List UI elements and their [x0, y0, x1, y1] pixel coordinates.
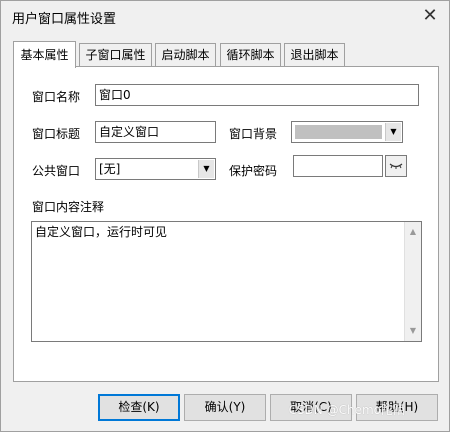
scroll-up-icon[interactable]: ▲ [405, 224, 421, 240]
window-title: 用户窗口属性设置 [12, 12, 117, 27]
public-window-select[interactable]: [无] ▼ [95, 158, 216, 180]
public-window-value: [无] [99, 162, 121, 176]
tab-basic-properties[interactable]: 基本属性 [13, 41, 76, 68]
background-color-swatch [295, 125, 382, 139]
chevron-down-icon[interactable]: ▼ [198, 160, 214, 178]
close-icon[interactable]: ✕ [415, 4, 445, 28]
password-input[interactable] [293, 155, 383, 177]
tab-loop-script[interactable]: 循环脚本 [220, 43, 281, 67]
check-button[interactable]: 检查(K) [98, 394, 180, 421]
confirm-button[interactable]: 确认(Y) [184, 394, 266, 421]
window-background-label: 窗口背景 [229, 127, 278, 141]
tab-startup-script[interactable]: 启动脚本 [155, 43, 216, 67]
scroll-down-icon[interactable]: ▼ [405, 323, 421, 339]
window-background-select[interactable]: ▼ [291, 121, 403, 143]
key-icon[interactable] [385, 155, 407, 177]
chevron-down-icon[interactable]: ▼ [385, 123, 401, 141]
tab-exit-script[interactable]: 退出脚本 [284, 43, 345, 67]
window-name-input[interactable]: 窗口0 [95, 84, 419, 106]
comment-scrollbar[interactable]: ▲ ▼ [404, 222, 421, 341]
comment-label: 窗口内容注释 [32, 200, 105, 214]
tab-child-window-properties[interactable]: 子窗口属性 [79, 43, 152, 67]
password-label: 保护密码 [229, 164, 278, 178]
public-window-label: 公共窗口 [32, 164, 81, 178]
title-bar: 用户窗口属性设置 ✕ [1, 1, 449, 31]
property-dialog: 用户窗口属性设置 ✕ 基本属性 子窗口属性 启动脚本 循环脚本 退出脚本 窗口名… [0, 0, 450, 432]
window-name-label: 窗口名称 [32, 90, 81, 104]
window-title-label: 窗口标题 [32, 127, 81, 141]
comment-text: 自定义窗口，运行时可见 [35, 225, 168, 239]
watermark-text: CSDN @Chemo陀陌 [288, 403, 405, 417]
comment-textarea[interactable]: 自定义窗口，运行时可见 ▲ ▼ [31, 221, 422, 342]
window-title-input[interactable]: 自定义窗口 [95, 121, 216, 143]
